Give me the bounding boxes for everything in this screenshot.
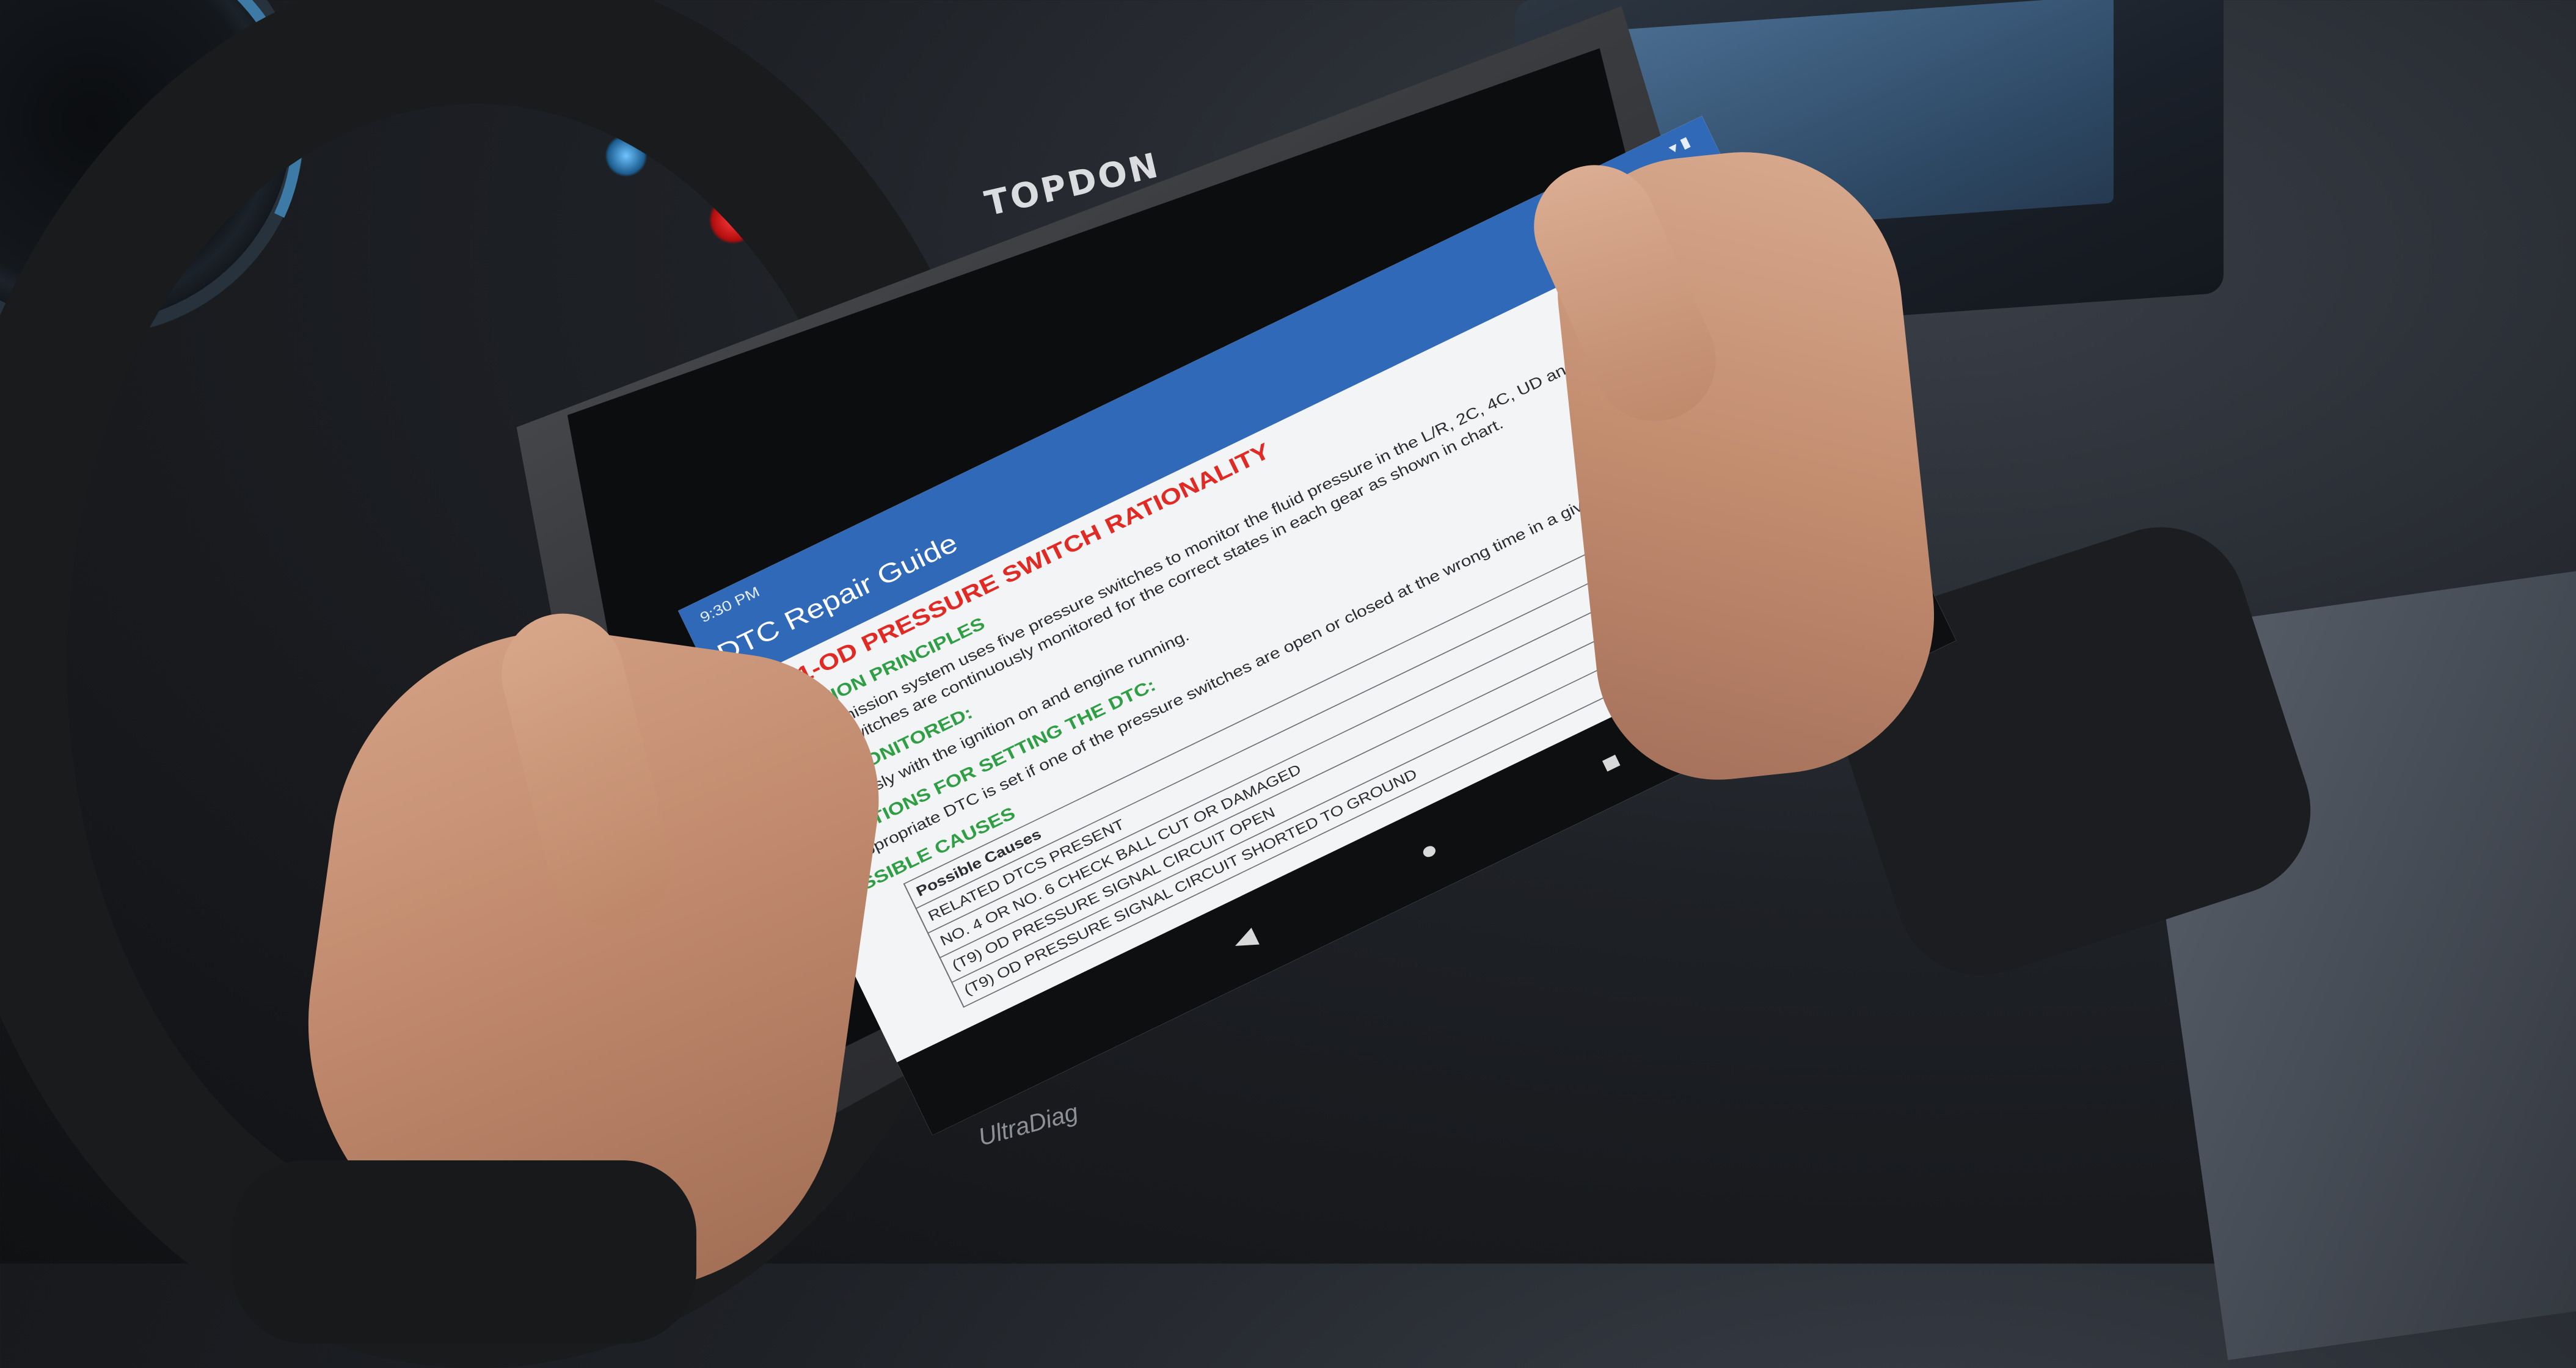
home-icon[interactable]: ● (1415, 834, 1443, 867)
left-sleeve-cuff (232, 1160, 696, 1344)
back-icon[interactable]: ◀ (1228, 922, 1261, 957)
recents-icon[interactable]: ■ (1597, 746, 1625, 779)
photo-scene: TOPDON UltraDiag 9:30 PM ▾▮ DTC Repair G… (0, 0, 2576, 1368)
status-icons: ▾▮ (1666, 131, 1696, 158)
